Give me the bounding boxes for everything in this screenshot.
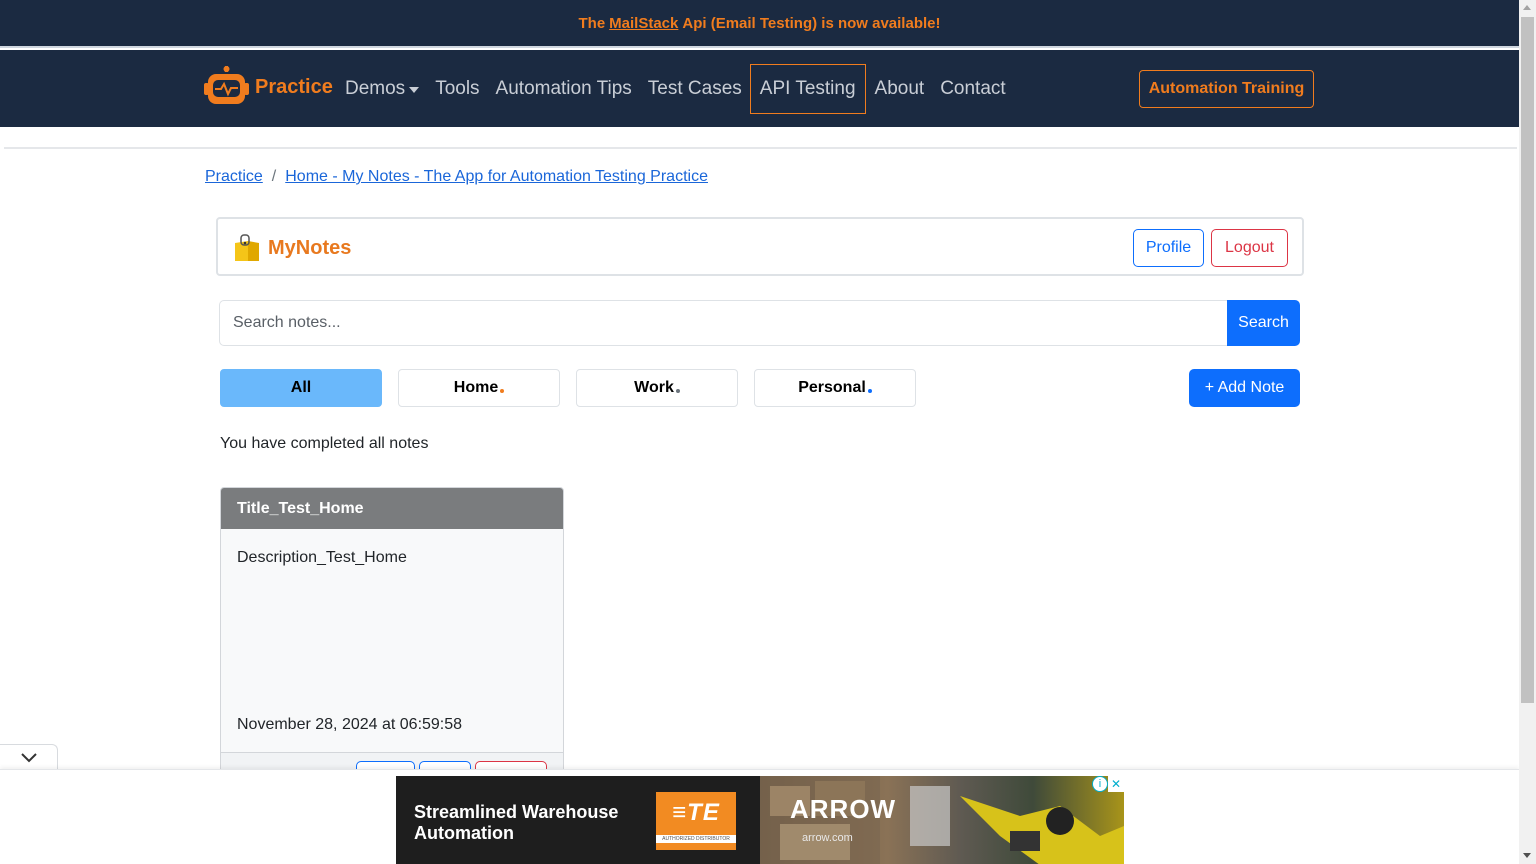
ad-headline: Streamlined Warehouse Automation — [414, 802, 619, 843]
breadcrumb: Practice / Home - My Notes - The App for… — [205, 168, 708, 186]
automation-training-button[interactable]: Automation Training — [1139, 70, 1314, 108]
profile-button[interactable]: Profile — [1133, 229, 1204, 267]
caret-down-icon — [409, 87, 420, 93]
category-tab-label: Personal — [798, 379, 866, 396]
mailstack-link[interactable]: MailStack — [609, 15, 678, 32]
scroll-thumb[interactable] — [1521, 17, 1534, 703]
te-logo-text: ≡TE — [672, 799, 720, 826]
te-logo-sub: AUTHORIZED DISTRIBUTOR — [656, 835, 736, 843]
search-button[interactable]: Search — [1227, 300, 1300, 346]
nav-contact[interactable]: Contact — [940, 64, 1005, 114]
note-card: Title_Test_Home Description_Test_Home No… — [220, 487, 564, 777]
category-tab-label: Work — [634, 379, 674, 396]
announcement-bar: The MailStack Api (Email Testing) is now… — [0, 0, 1519, 48]
advertisement[interactable]: Streamlined Warehouse Automation ≡TE AUT… — [396, 776, 1124, 864]
logout-button[interactable]: Logout — [1211, 229, 1288, 267]
app-header: MyNotes Profile Logout — [216, 217, 1304, 276]
category-tab-label: Home — [453, 379, 499, 396]
te-logo: ≡TE AUTHORIZED DISTRIBUTOR — [656, 792, 736, 850]
nav-demos-label: Demos — [345, 78, 406, 99]
nav-automation-tips[interactable]: Automation Tips — [496, 64, 632, 114]
category-tab-work[interactable]: Work — [576, 369, 738, 407]
scroll-down-icon[interactable] — [1523, 853, 1531, 858]
ad-collapse-toggle[interactable] — [0, 744, 58, 770]
main-navbar: Practice Demos Tools Automation Tips Tes… — [0, 50, 1519, 127]
category-tab-home[interactable]: Home — [398, 369, 560, 407]
category-tab-personal[interactable]: Personal — [754, 369, 916, 407]
mynotes-logo[interactable]: MyNotes — [232, 233, 351, 263]
announcement-suffix: Api (Email Testing) is now available! — [682, 14, 941, 32]
completion-status: You have completed all notes — [220, 435, 429, 452]
chevron-down-icon — [20, 752, 37, 762]
notes-bag-icon — [235, 234, 259, 261]
category-tab-label: All — [290, 379, 312, 396]
breadcrumb-practice[interactable]: Practice — [205, 168, 263, 186]
announcement-prefix: The — [578, 14, 606, 32]
arrow-logo: ARROW — [790, 794, 897, 824]
nav-api-testing[interactable]: API Testing — [749, 64, 866, 114]
brand-logo[interactable]: Practice — [204, 66, 333, 108]
brand-name: Practice — [255, 75, 333, 98]
note-title: Title_Test_Home — [221, 488, 563, 529]
note-date: November 28, 2024 at 06:59:58 — [237, 716, 463, 733]
category-dot-icon — [500, 389, 505, 393]
category-dot-icon — [675, 389, 680, 393]
breadcrumb-home[interactable]: Home - My Notes - The App for Automation… — [285, 168, 708, 186]
nav-test-cases[interactable]: Test Cases — [648, 64, 742, 114]
search-input[interactable] — [219, 300, 1228, 346]
category-tab-all[interactable]: All — [220, 369, 382, 407]
nav-links: Demos Tools Automation Tips Test Cases A… — [345, 64, 1022, 114]
arrow-url: arrow.com — [802, 832, 853, 844]
mynotes-title: MyNotes — [268, 236, 352, 259]
category-dot-icon — [867, 389, 872, 393]
divider — [4, 147, 1517, 149]
scroll-up-icon[interactable] — [1523, 5, 1531, 10]
close-icon[interactable]: ✕ — [1108, 776, 1124, 792]
ad-bar: Streamlined Warehouse Automation ≡TE AUT… — [0, 769, 1519, 864]
info-icon[interactable]: i — [1092, 776, 1108, 792]
nav-demos[interactable]: Demos — [345, 64, 420, 114]
nav-about[interactable]: About — [875, 64, 925, 114]
page-scrollbar[interactable] — [1519, 0, 1536, 864]
add-note-button[interactable]: + Add Note — [1189, 369, 1300, 407]
robot-icon — [204, 66, 249, 104]
note-description: Description_Test_Home — [237, 549, 407, 566]
breadcrumb-separator: / — [271, 168, 277, 185]
nav-tools[interactable]: Tools — [435, 64, 479, 114]
